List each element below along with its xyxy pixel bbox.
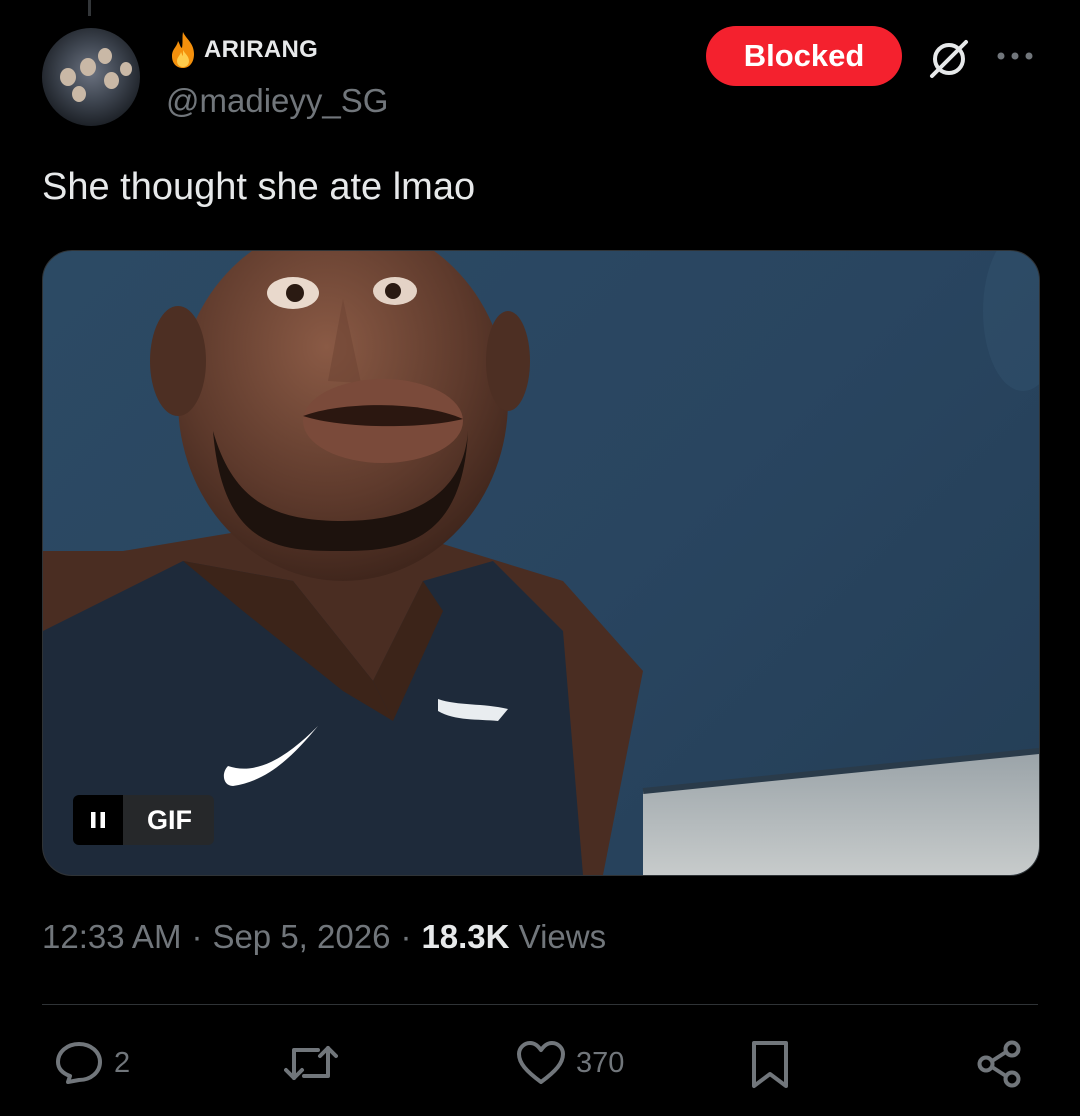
like-button[interactable]: 370 (516, 1040, 624, 1086)
reply-count: 2 (114, 1046, 131, 1079)
gif-badge: GIF (123, 795, 214, 845)
retweet-button[interactable] (284, 1040, 348, 1086)
share-button[interactable] (976, 1040, 1024, 1088)
user-handle[interactable]: @madieyy_SG (166, 82, 388, 120)
bookmark-button[interactable] (748, 1040, 792, 1090)
more-options-icon[interactable] (996, 46, 1034, 66)
display-name[interactable]: ARIRANG (204, 36, 318, 64)
retweet-icon (284, 1046, 338, 1080)
thread-line (88, 0, 91, 16)
gif-control[interactable]: GIF (73, 795, 214, 845)
views-count[interactable]: 18.3K (421, 918, 509, 955)
tweet-time[interactable]: 12:33 AM (42, 918, 181, 956)
share-icon (977, 1040, 1021, 1088)
pause-button[interactable] (73, 795, 123, 845)
pause-icon (91, 812, 105, 828)
tweet-text: She thought she ate lmao (42, 166, 476, 208)
author-name-row[interactable]: ARIRANG (166, 30, 318, 70)
tweet-metadata: 12:33 AM · Sep 5, 2026 · 18.3K Views (42, 918, 606, 956)
bookmark-icon (752, 1041, 788, 1088)
reply-button[interactable]: 2 (54, 1040, 130, 1086)
like-count: 370 (576, 1046, 625, 1079)
divider (42, 1004, 1038, 1005)
fire-icon (172, 32, 194, 68)
tweet-date[interactable]: Sep 5, 2026 (212, 918, 390, 956)
meta-separator: · (191, 918, 203, 955)
views-label: Views (518, 918, 607, 955)
like-icon (517, 1041, 565, 1084)
gif-frame (43, 251, 1039, 875)
blocked-button[interactable]: Blocked (706, 26, 902, 86)
tweet-gif[interactable]: GIF (42, 250, 1040, 876)
meta-separator: · (400, 918, 412, 955)
reply-icon (56, 1042, 102, 1084)
grok-icon[interactable] (926, 36, 972, 82)
avatar[interactable] (42, 28, 140, 126)
